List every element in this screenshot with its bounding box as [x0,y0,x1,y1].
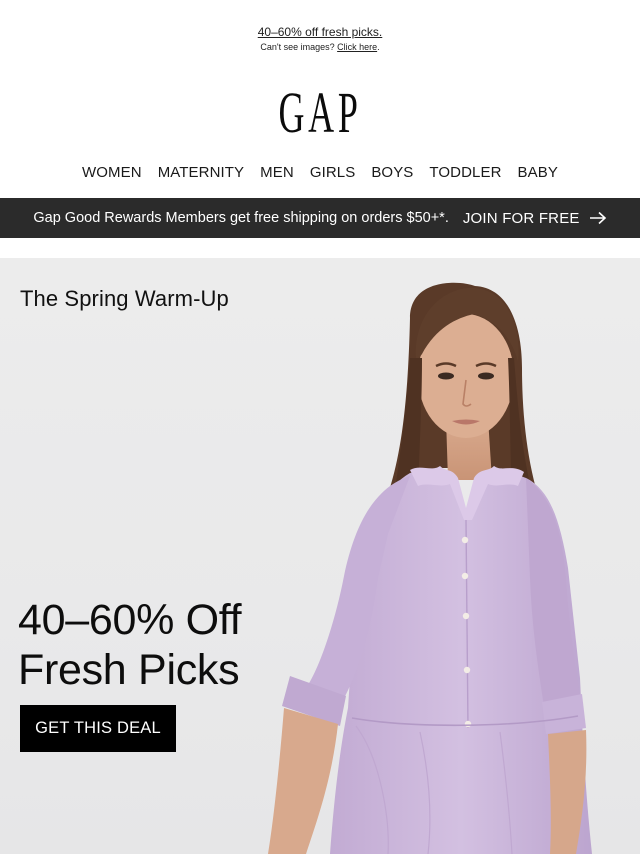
get-this-deal-button[interactable]: GET THIS DEAL [20,705,176,752]
hero-headline-line-2: Fresh Picks [18,646,240,694]
nav-item-women[interactable]: WOMEN [74,162,150,184]
nav-item-boys[interactable]: BOYS [363,162,421,184]
hero-headline: 40–60% Off Fresh Picks [18,595,242,695]
cant-see-images-label: Can't see images? [260,42,335,52]
view-in-browser-text: Can't see images? Click here. [0,41,640,53]
hero-eyebrow: The Spring Warm-Up [20,286,229,311]
nav-item-girls[interactable]: GIRLS [302,162,364,184]
rewards-message: Gap Good Rewards Members get free shippi… [33,210,449,226]
join-for-free-label: JOIN FOR FREE [462,209,580,227]
nav-item-baby[interactable]: BABY [510,162,566,184]
arrow-right-icon [589,211,606,225]
preheader-promo-link[interactable]: 40–60% off fresh picks. [0,24,640,40]
preheader: 40–60% off fresh picks. Can't see images… [0,24,640,53]
gap-logo[interactable]: GAP [122,80,519,146]
join-for-free-link[interactable]: JOIN FOR FREE [463,210,607,227]
hero-model-image [268,282,592,854]
click-here-link[interactable]: Click here [337,42,377,52]
trailing-period: . [377,42,380,52]
rewards-banner: Gap Good Rewards Members get free shippi… [0,198,640,238]
hero-banner[interactable]: The Spring Warm-Up 40–60% Off Fresh Pick… [0,258,640,854]
hero-headline-line-1: 40–60% Off [18,596,242,644]
nav-item-toddler[interactable]: TODDLER [421,162,509,184]
category-nav: WOMEN MATERNITY MEN GIRLS BOYS TODDLER B… [0,162,640,184]
nav-item-men[interactable]: MEN [252,162,302,184]
nav-item-maternity[interactable]: MATERNITY [150,162,252,184]
